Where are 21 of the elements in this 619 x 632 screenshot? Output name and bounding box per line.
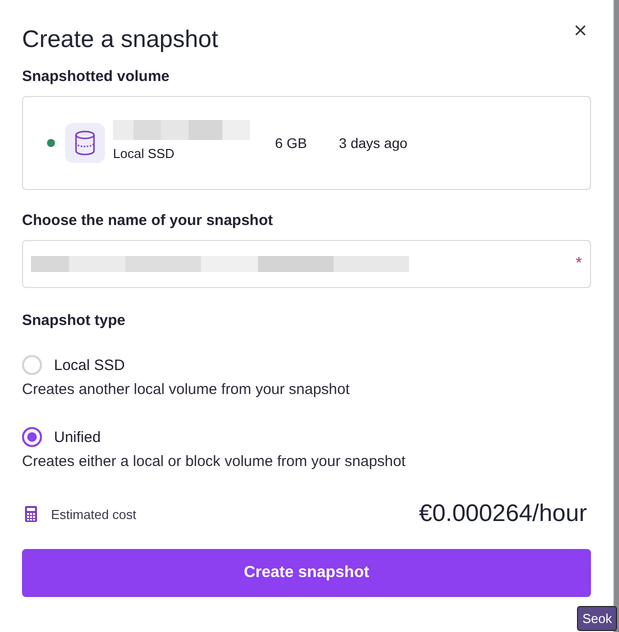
database-icon: [65, 123, 105, 163]
name-field[interactable]: *: [22, 240, 591, 288]
cost-label: Estimated cost: [51, 506, 138, 522]
volume-age: 3 days ago: [338, 135, 408, 151]
section-label: Choose the name of your snapshot: [22, 212, 274, 229]
cost-value: €0.000264/hour: [418, 500, 587, 528]
option-description: Creates another local volume from your snapshot: [22, 381, 351, 398]
user-badge: Seok: [577, 606, 617, 631]
dialog-title: Create a snapshot: [22, 26, 218, 54]
required-mark: *: [576, 255, 582, 273]
create-snapshot-button[interactable]: Create snapshot: [22, 549, 591, 597]
option-label[interactable]: Unified: [54, 428, 101, 446]
close-button[interactable]: ×: [570, 20, 591, 41]
radio-button[interactable]: [22, 427, 42, 447]
volume-type: Local SSD: [113, 146, 176, 160]
option-label[interactable]: Local SSD: [54, 356, 125, 374]
section-label: Snapshotted volume: [22, 68, 171, 85]
option-description: Creates either a local or block volume from your snapshot: [22, 453, 407, 470]
section-label: Snapshot type: [22, 312, 126, 329]
volume-size: 6 GB: [275, 135, 307, 151]
calculator-icon: [25, 506, 37, 522]
